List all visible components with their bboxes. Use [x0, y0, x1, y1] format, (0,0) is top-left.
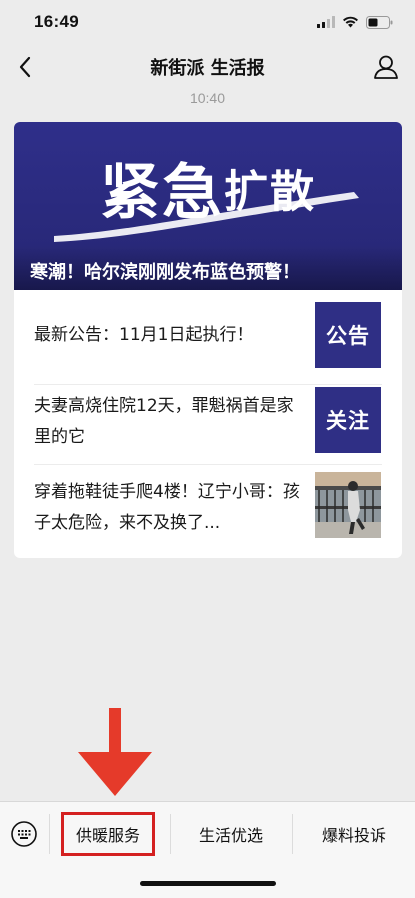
menu-heating-service[interactable]: 供暖服务	[61, 812, 155, 856]
home-indicator	[140, 881, 276, 886]
person-icon	[374, 55, 398, 79]
annotation-arrow-icon	[78, 708, 152, 796]
photo-icon	[315, 472, 381, 538]
nav-bar: 新街派 生活报	[0, 44, 415, 90]
battery-icon	[366, 15, 393, 29]
chevron-left-icon	[19, 56, 31, 78]
status-time: 16:49	[34, 12, 79, 31]
banner-caption: 寒潮！哈尔滨刚刚发布蓝色预警！	[14, 246, 402, 290]
menu-separator	[292, 814, 293, 854]
back-button[interactable]	[10, 52, 40, 82]
list-item[interactable]: 夫妻高烧住院12天，罪魁祸首是家里的它 关注	[14, 385, 402, 463]
list-item[interactable]: 最新公告：11月1日起执行！ 公告	[14, 290, 402, 382]
article-photo	[315, 472, 381, 538]
menu-separator	[49, 814, 50, 854]
list-item[interactable]: 穿着拖鞋徒手爬4楼！辽宁小哥：孩子太危险，来不及换了...	[14, 465, 402, 558]
status-icons	[317, 15, 393, 29]
menu-report-complaint[interactable]: 爆料投诉	[302, 812, 406, 856]
article-title: 最新公告：11月1日起执行！	[34, 325, 254, 345]
article-thumbnail: 关注	[315, 387, 381, 453]
status-bar: 16:49	[0, 0, 415, 44]
menu-life-selection[interactable]: 生活优选	[180, 812, 282, 856]
wifi-icon	[343, 16, 358, 28]
banner-heading: 紧急扩散	[14, 144, 402, 231]
page-title: 新街派 生活报	[150, 58, 265, 79]
article-thumbnail: 公告	[315, 302, 381, 368]
article-card: 紧急扩散 寒潮！哈尔滨刚刚发布蓝色预警！ 最新公告：11月1日起执行！ 公告 夫…	[14, 122, 402, 558]
profile-button[interactable]	[371, 52, 401, 82]
banner-heading-small: 扩散	[224, 166, 316, 218]
menu-separator	[170, 814, 171, 854]
keyboard-toggle-button[interactable]	[10, 820, 38, 848]
message-timestamp: 10:40	[189, 90, 226, 106]
article-title: 穿着拖鞋徒手爬4楼！辽宁小哥：孩子太危险，来不及换了...	[34, 482, 300, 533]
keyboard-icon	[11, 821, 37, 847]
banner-article[interactable]: 紧急扩散 寒潮！哈尔滨刚刚发布蓝色预警！	[14, 122, 402, 290]
signal-icon	[317, 16, 335, 28]
banner-heading-big: 紧急	[100, 158, 224, 228]
article-title: 夫妻高烧住院12天，罪魁祸首是家里的它	[34, 396, 294, 447]
